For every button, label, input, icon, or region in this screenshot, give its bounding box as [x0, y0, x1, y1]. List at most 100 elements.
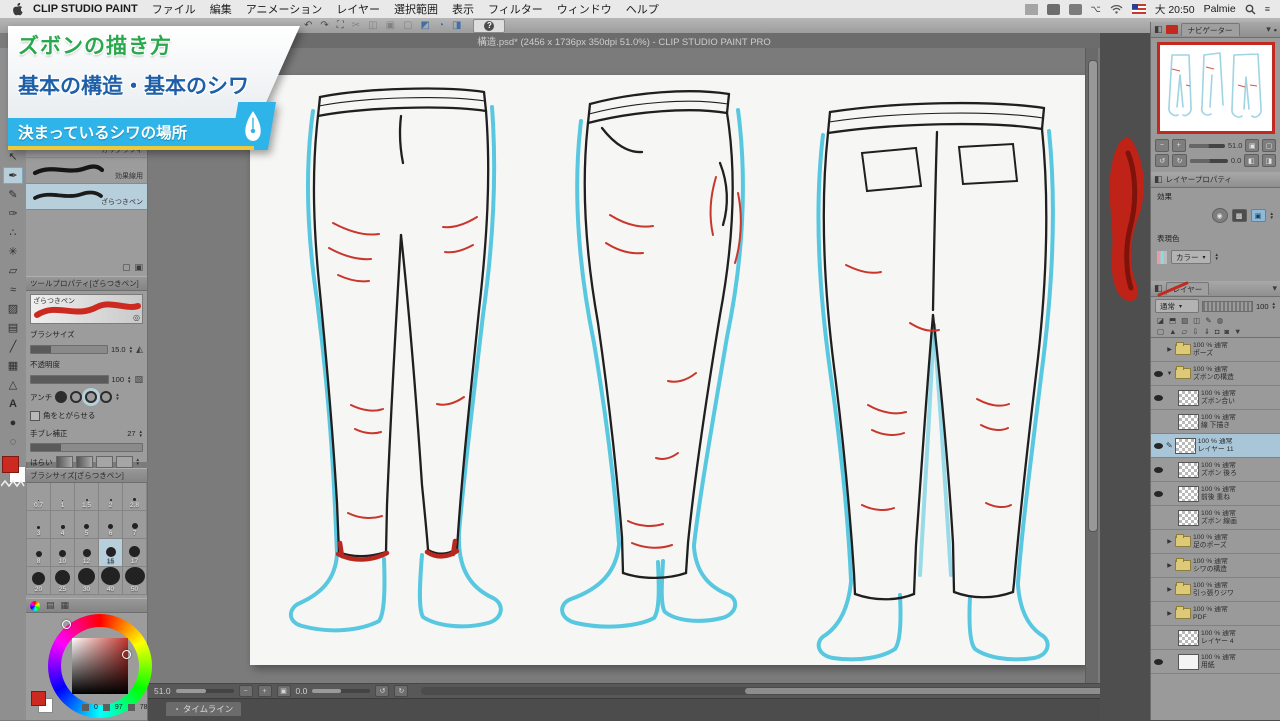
blend-mode-dropdown[interactable]: 通常 ▾: [1155, 299, 1199, 313]
taper-preset-3[interactable]: [95, 456, 113, 468]
brush-size-cell[interactable]: 12: [75, 539, 99, 567]
anti-aliasing-none[interactable]: [55, 391, 68, 403]
ruler-tool[interactable]: △: [3, 376, 23, 393]
menu-selection[interactable]: 選択範囲: [394, 1, 438, 17]
set-as-draft-icon[interactable]: ✎: [1205, 316, 1211, 325]
hue-handle[interactable]: [62, 620, 71, 629]
layer-property-header[interactable]: ◧ レイヤープロパティ: [1151, 172, 1280, 188]
snap-special-icon[interactable]: ◔: [438, 20, 444, 31]
frame-border-tool[interactable]: ▦: [3, 357, 23, 374]
menu-help[interactable]: ヘルプ: [626, 1, 659, 17]
anti-aliasing-stepper[interactable]: ▲ ▼: [115, 392, 119, 401]
taper-stepper[interactable]: ▲ ▼: [136, 457, 140, 466]
panel-foreground-swatch[interactable]: [31, 691, 46, 706]
zoom-out-button[interactable]: −: [238, 685, 253, 697]
eye-icon[interactable]: [1154, 370, 1163, 377]
layer-opacity-value[interactable]: 100: [1256, 302, 1269, 311]
anti-aliasing-strong[interactable]: [100, 391, 113, 403]
canvas-page[interactable]: [250, 75, 1085, 665]
stabilization-slider[interactable]: [30, 443, 143, 452]
opacity-value[interactable]: 100: [112, 375, 125, 384]
menu-layer[interactable]: レイヤー: [336, 1, 380, 17]
taper-preset-1[interactable]: [55, 456, 73, 468]
pencil-tool[interactable]: ✎: [3, 186, 23, 203]
anti-aliasing-medium[interactable]: [85, 391, 98, 403]
layer-row[interactable]: 100 % 通常 レイヤー 4: [1151, 626, 1280, 650]
brush-size-cell[interactable]: 10: [51, 539, 75, 567]
delete-layer-icon[interactable]: ▼: [1234, 327, 1241, 336]
layer-row[interactable]: ▶ 100 % 通常 シワの構造: [1151, 554, 1280, 578]
pen-tool[interactable]: ✒: [3, 167, 23, 184]
nav-flip-horizontal-icon[interactable]: ◧: [1244, 154, 1259, 167]
add-subtool-icon[interactable]: ▢: [122, 262, 131, 273]
panel-menu-icon[interactable]: ◧: [1154, 24, 1163, 35]
saturation-value-square[interactable]: [72, 638, 128, 694]
brush-size-cell[interactable]: 5: [75, 511, 99, 539]
opacity-dynamics-icon[interactable]: ▧: [134, 374, 143, 385]
reference-layer-icon[interactable]: ◍: [1217, 316, 1224, 325]
panel-menu-icon[interactable]: ◧: [1154, 174, 1163, 185]
balloon-tool[interactable]: ●: [3, 414, 23, 431]
effect-stepper[interactable]: ▲ ▼: [1270, 211, 1274, 220]
color-slider-tab-icon[interactable]: ▤: [46, 600, 55, 611]
opacity-slider[interactable]: [30, 375, 109, 384]
layer-row[interactable]: ▶ 100 % 通常 ポーズ: [1151, 338, 1280, 362]
brush-size-cell[interactable]: 2.8: [123, 483, 147, 511]
brush-size-slider[interactable]: [30, 345, 108, 354]
copy-icon[interactable]: ◫: [368, 20, 377, 31]
panel-close-icon[interactable]: ▪: [1274, 25, 1277, 35]
menu-window[interactable]: ウィンドウ: [557, 1, 612, 17]
opacity-stepper[interactable]: ▲ ▼: [127, 375, 131, 384]
new-folder-icon[interactable]: ▱: [1182, 327, 1188, 336]
eye-icon[interactable]: [1154, 466, 1163, 473]
menu-filter[interactable]: フィルター: [488, 1, 543, 17]
layer-row[interactable]: ▶ 100 % 通常 足のポーズ: [1151, 530, 1280, 554]
fit-screen-button[interactable]: ▣: [276, 685, 291, 697]
nav-rotate-left-icon[interactable]: ↺: [1155, 154, 1170, 167]
brush-size-cell[interactable]: 50: [123, 567, 147, 595]
brush-tool[interactable]: ✑: [3, 205, 23, 222]
delete-icon[interactable]: ▢: [403, 20, 412, 31]
apple-menu-icon[interactable]: [12, 2, 23, 16]
redo-icon[interactable]: ↷: [320, 20, 328, 31]
brush-size-cell[interactable]: 1.5: [75, 483, 99, 511]
panel-collapse-icon[interactable]: ▾: [1266, 24, 1271, 35]
brush-size-cell[interactable]: 1: [51, 483, 75, 511]
canvas-vertical-scrollbar[interactable]: [1085, 48, 1098, 683]
eraser-tool[interactable]: ▱: [3, 262, 23, 279]
blend-tool[interactable]: ≈: [3, 281, 23, 298]
brush-size-cell[interactable]: 7: [123, 511, 147, 539]
nav-flip-vertical-icon[interactable]: ◨: [1261, 154, 1277, 167]
sharpen-corner-checkbox[interactable]: [30, 410, 40, 421]
border-effect-icon[interactable]: ◉: [1211, 208, 1228, 223]
brush-size-cell[interactable]: 17: [123, 539, 147, 567]
timeline-tab[interactable]: ◔ タイムライン: [166, 702, 242, 716]
menu-user[interactable]: Palmie: [1204, 3, 1236, 15]
brush-size-cell[interactable]: 40: [99, 567, 123, 595]
display-icon[interactable]: [1046, 3, 1060, 15]
tone-effect-icon[interactable]: ▩: [1231, 209, 1247, 222]
taper-preset-4[interactable]: [115, 456, 133, 468]
gradient-tool[interactable]: ▤: [3, 319, 23, 336]
tab-navigator[interactable]: ナビゲーター: [1180, 23, 1240, 36]
delete-subtool-icon[interactable]: ▣: [134, 262, 143, 273]
snap-ruler-icon[interactable]: ◩: [421, 20, 430, 31]
menu-file[interactable]: ファイル: [152, 1, 196, 17]
new-raster-layer-icon[interactable]: ▢: [1157, 327, 1164, 336]
fill-tool[interactable]: ▨: [3, 300, 23, 317]
brush-size-cell-selected[interactable]: 15: [99, 539, 123, 567]
brush-size-cell[interactable]: 20: [27, 567, 51, 595]
decoration-tool[interactable]: ✳: [3, 243, 23, 260]
layer-opacity-slider[interactable]: [1202, 300, 1254, 312]
transform-icon[interactable]: ⛶: [337, 20, 344, 31]
menu-edit[interactable]: 編集: [210, 1, 232, 17]
input-language-flag-icon[interactable]: [1131, 4, 1146, 14]
rotate-right-button[interactable]: ↻: [394, 685, 409, 697]
brush-size-dynamics-icon[interactable]: ◭: [136, 344, 143, 355]
notification-center-icon[interactable]: ≡: [1265, 4, 1270, 14]
layer-row[interactable]: ▶ 100 % 通常 PDF: [1151, 602, 1280, 626]
brush-size-cell[interactable]: 6: [99, 511, 123, 539]
rotate-left-button[interactable]: ↺: [375, 685, 390, 697]
expression-stepper[interactable]: ▲ ▼: [1215, 252, 1219, 261]
help-button[interactable]: ?: [473, 18, 506, 33]
